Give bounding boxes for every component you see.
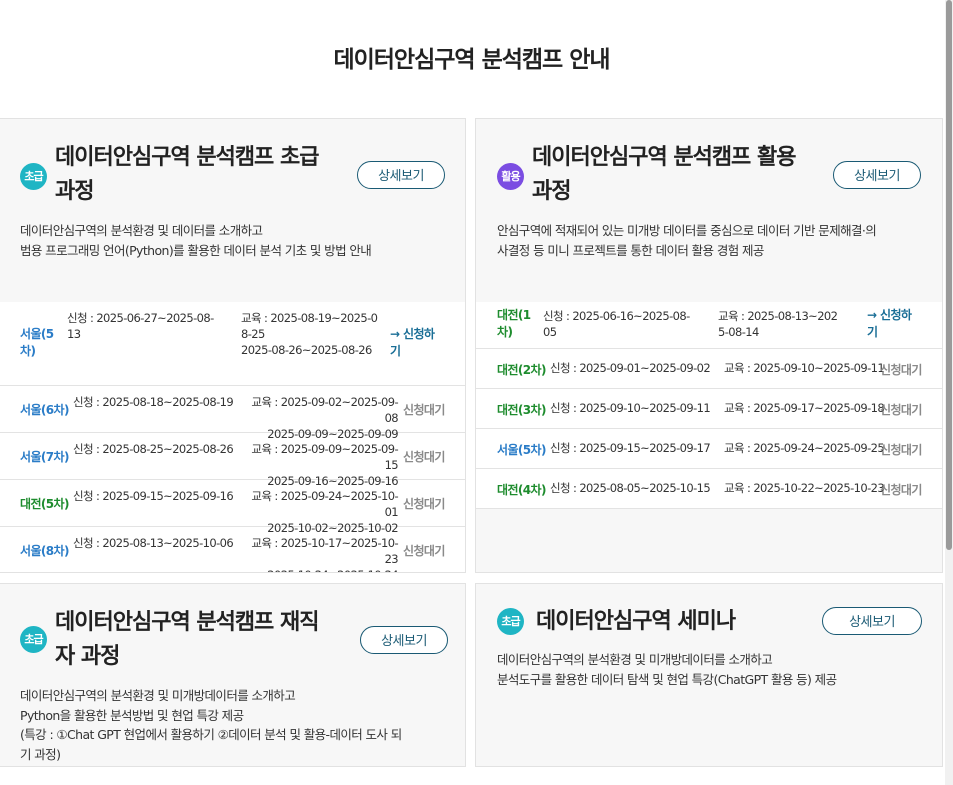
status-label: 신청대기 — [403, 497, 445, 511]
schedule-row: 서울(8차) 신청 : 2025-08-13~2025-10-06 교육 : 202… — [0, 527, 465, 572]
session-round: 서울(8차) — [20, 544, 69, 558]
session-round: 서울(5차) — [20, 327, 54, 358]
status-label: 신청대기 — [880, 403, 922, 417]
application-period: 신청 : 2025-06-27~2025-08-13 — [67, 311, 214, 341]
detail-button[interactable]: 상세보기 — [357, 161, 445, 189]
course-description: 데이터안심구역의 분석환경 및 미개방데이터를 소개하고 Python을 활용한… — [20, 688, 402, 762]
course-title: 데이터안심구역 세미나 — [536, 605, 836, 639]
session-round: 대전(2차) — [497, 363, 546, 377]
scrollbar-thumb[interactable] — [946, 0, 952, 550]
detail-button[interactable]: 상세보기 — [360, 626, 448, 654]
session-round: 서울(5차) — [497, 443, 546, 457]
session-round: 대전(5차) — [20, 497, 69, 511]
application-period: 신청 : 2025-09-01~2025-09-02 — [550, 361, 711, 375]
course-title: 데이터안심구역 분석캠프 재직 자 과정 — [55, 606, 355, 674]
schedule-row: 대전(4차) 신청 : 2025-08-05~2025-10-15 교육 : 202… — [476, 469, 942, 509]
status-label: 신청대기 — [880, 443, 922, 457]
application-period: 신청 : 2025-08-25~2025-08-26 — [73, 442, 234, 456]
course-title-line2: 과정 — [532, 179, 571, 204]
schedule-row: 서울(5차) 신청 : 2025-06-27~2025-08-13 교육 : 202… — [0, 302, 465, 386]
course-title-line1: 데이터안심구역 분석캠프 재직 — [55, 610, 319, 635]
session-round: 대전(3차) — [497, 403, 546, 417]
course-card-basic: 초급 데이터안심구역 분석캠프 초급 과정 상세보기 데이터안심구역의 분석환경… — [0, 118, 466, 573]
education-period: 교육 : 2025-10-22~2025-10-23 — [724, 481, 885, 495]
apply-link[interactable]: → 신청하기 — [867, 307, 919, 341]
page-title: 데이터안심구역 분석캠프 안내 — [333, 47, 610, 73]
course-title-line1: 데이터안심구역 분석캠프 초급 — [55, 145, 319, 170]
course-title: 데이터안심구역 분석캠프 초급 과정 — [55, 141, 355, 209]
session-round: 대전(1차) — [497, 308, 531, 339]
schedule-row: 대전(5차) 신청 : 2025-09-15~2025-09-16 교육 : 202… — [0, 480, 465, 535]
schedule-row: 서울(6차) 신청 : 2025-08-18~2025-08-19 교육 : 202… — [0, 386, 465, 441]
application-period: 신청 : 2025-08-13~2025-10-06 — [73, 536, 234, 550]
status-label: 신청대기 — [403, 544, 445, 558]
application-period: 신청 : 2025-06-16~2025-08-05 — [543, 309, 690, 339]
course-card-worker: 초급 데이터안심구역 분석캠프 재직 자 과정 상세보기 데이터안심구역의 분석… — [0, 583, 466, 767]
schedule-row: 대전(1차) 신청 : 2025-06-16~2025-08-05 교육 : 202… — [476, 302, 942, 349]
application-period: 신청 : 2025-09-15~2025-09-17 — [550, 441, 711, 455]
education-period: 교육 : 2025-09-10~2025-09-11 — [724, 361, 885, 375]
course-title-line2: 과정 — [55, 179, 94, 204]
status-label: 신청대기 — [403, 403, 445, 417]
badge-worker: 초급 — [20, 626, 47, 653]
course-title-line2: 자 과정 — [55, 644, 120, 669]
course-title-line1: 데이터안심구역 세미나 — [536, 609, 736, 634]
application-period: 신청 : 2025-09-10~2025-09-11 — [550, 401, 711, 415]
detail-button[interactable]: 상세보기 — [833, 161, 921, 189]
session-round: 서울(7차) — [20, 450, 69, 464]
course-card-applied: 활용 데이터안심구역 분석캠프 활용 과정 상세보기 안심구역에 적재되어 있는… — [475, 118, 943, 573]
status-label: 신청대기 — [403, 450, 445, 464]
course-description: 안심구역에 적재되어 있는 미개방 데이터를 중심으로 데이터 기반 문제해결·… — [497, 223, 877, 258]
education-period: 교육 : 2025-09-24~2025-09-25 — [724, 441, 885, 455]
course-description: 데이터안심구역의 분석환경 및 데이터를 소개하고 범용 프로그래밍 언어(Py… — [20, 223, 372, 258]
schedule-row: 서울(5차) 신청 : 2025-09-15~2025-09-17 교육 : 202… — [476, 429, 942, 469]
course-title-line1: 데이터안심구역 분석캠프 활용 — [532, 145, 796, 170]
status-label: 신청대기 — [880, 363, 922, 377]
status-label: 신청대기 — [880, 483, 922, 497]
schedule-row: 서울(7차) 신청 : 2025-08-25~2025-08-26 교육 : 202… — [0, 433, 465, 488]
application-period: 신청 : 2025-08-05~2025-10-15 — [550, 481, 711, 495]
schedule-row: 대전(3차) 신청 : 2025-09-10~2025-09-11 교육 : 202… — [476, 389, 942, 429]
badge-basic: 초급 — [20, 163, 47, 190]
apply-link[interactable]: → 신청하기 — [390, 326, 442, 360]
session-round: 대전(4차) — [497, 483, 546, 497]
schedule-table: 서울(5차) 신청 : 2025-06-27~2025-08-13 교육 : 202… — [0, 302, 465, 572]
schedule-table: 대전(1차) 신청 : 2025-06-16~2025-08-05 교육 : 202… — [476, 302, 942, 509]
scrollbar[interactable] — [945, 0, 953, 785]
course-card-seminar: 초급 데이터안심구역 세미나 상세보기 데이터안심구역의 분석환경 및 미개방데… — [475, 583, 943, 767]
session-round: 서울(6차) — [20, 403, 69, 417]
detail-button[interactable]: 상세보기 — [822, 607, 922, 635]
course-title: 데이터안심구역 분석캠프 활용 과정 — [532, 141, 832, 209]
application-period: 신청 : 2025-09-15~2025-09-16 — [73, 489, 234, 503]
badge-seminar: 초급 — [497, 608, 524, 635]
course-description: 데이터안심구역의 분석환경 및 미개방데이터를 소개하고 분석도구를 활용한 데… — [497, 652, 837, 687]
education-period: 교육 : 2025-08-13~2025-08-14 — [718, 309, 838, 339]
schedule-row: 대전(2차) 신청 : 2025-09-01~2025-09-02 교육 : 202… — [476, 349, 942, 389]
education-period: 교육 : 2025-09-17~2025-09-18 — [724, 401, 885, 415]
education-period: 교육 : 2025-10-17~2025-10-23 2025-10-24~20… — [251, 536, 398, 572]
education-period: 교육 : 2025-08-19~2025-08-25 2025-08-26~20… — [241, 311, 378, 357]
badge-applied: 활용 — [497, 163, 524, 190]
application-period: 신청 : 2025-08-18~2025-08-19 — [73, 395, 234, 409]
